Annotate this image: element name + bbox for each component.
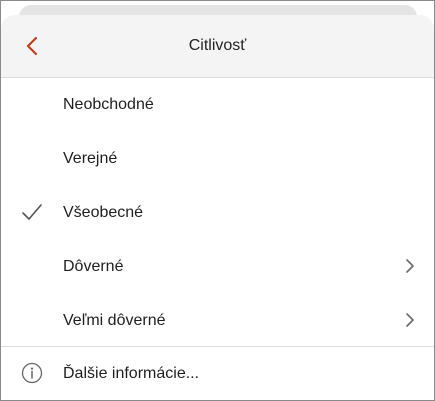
chevron-right-icon [406,313,414,327]
chevron-right-icon [406,259,414,273]
checkmark-icon [22,204,42,220]
sensitivity-item-neobchodne[interactable]: Neobchodné [1,78,434,132]
sensitivity-list: Neobchodné Verejné Všeobecné Dôverné Veľ… [1,78,434,348]
sensitivity-item-vseobecne[interactable]: Všeobecné [1,186,434,240]
header: Citlivosť [1,15,434,78]
sensitivity-panel: Citlivosť Neobchodné Verejné Všeobecné D… [0,0,435,401]
page-title: Citlivosť [188,37,247,54]
more-info-label: Ďalšie informácie... [63,365,200,382]
sensitivity-sheet: Citlivosť Neobchodné Verejné Všeobecné D… [1,15,434,400]
item-label: Dôverné [63,258,124,275]
more-info-link[interactable]: Ďalšie informácie... [1,356,434,398]
item-label: Všeobecné [63,204,144,221]
item-label: Veľmi dôverné [63,312,166,329]
divider [1,346,434,347]
item-label: Neobchodné [63,96,154,113]
sensitivity-item-verejne[interactable]: Verejné [1,132,434,186]
info-icon [21,362,43,384]
item-label: Verejné [63,150,118,167]
sensitivity-item-doverne[interactable]: Dôverné [1,240,434,294]
sensitivity-item-velmi-doverne[interactable]: Veľmi dôverné [1,294,434,348]
